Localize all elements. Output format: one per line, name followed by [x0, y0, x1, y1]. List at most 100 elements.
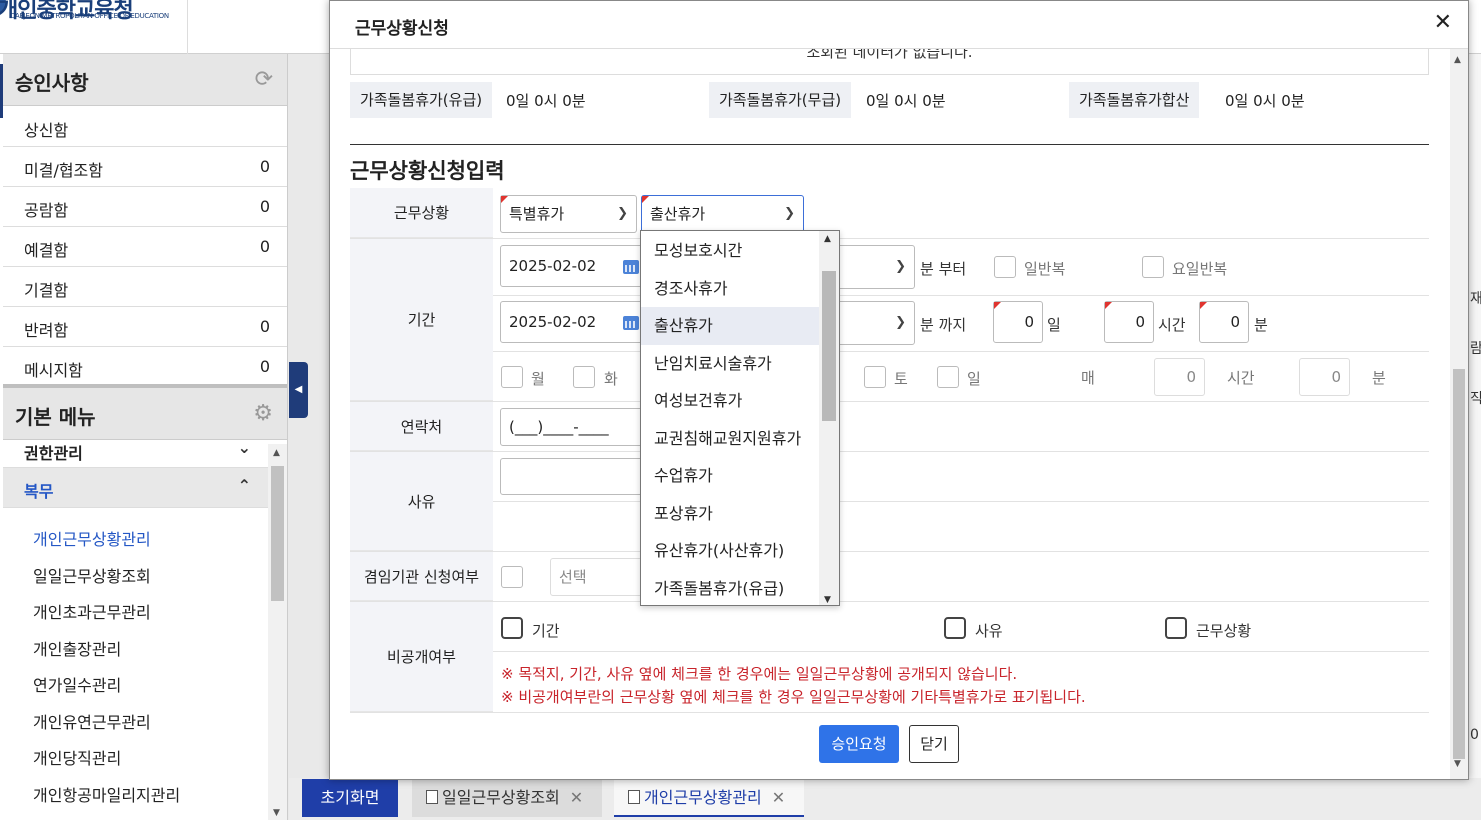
- background-text: 0: [1470, 727, 1479, 743]
- start-date-input[interactable]: 2025-02-02: [500, 245, 645, 287]
- scrollbar-thumb[interactable]: [822, 271, 836, 421]
- concurrent-checkbox[interactable]: [501, 566, 523, 588]
- private-reason-checkbox[interactable]: [944, 617, 966, 639]
- request-approval-button[interactable]: 승인요청: [819, 725, 899, 763]
- modal-scrollbar[interactable]: ▲ ▼: [1450, 49, 1468, 779]
- sidebar-item-completed[interactable]: 기결함: [3, 267, 287, 307]
- close-icon[interactable]: ✕: [772, 788, 785, 807]
- close-icon[interactable]: ✕: [570, 788, 583, 807]
- minutes-input[interactable]: 0: [1199, 301, 1249, 343]
- weekday-tue-label: 화: [604, 370, 618, 388]
- dropdown-option[interactable]: 여성보건휴가: [641, 382, 819, 420]
- end-date-input[interactable]: 2025-02-02: [500, 301, 645, 343]
- reason-row: 사유: [350, 452, 1429, 552]
- private-status-checkbox[interactable]: [1165, 617, 1187, 639]
- calendar-icon[interactable]: [623, 316, 639, 330]
- dropdown-option[interactable]: 가족돌봄휴가(유급): [641, 570, 819, 606]
- contact-label: 연락처: [350, 402, 493, 451]
- sidebar-item-circulation[interactable]: 공람함 0: [3, 187, 287, 227]
- menu-item-overtime[interactable]: 개인초과근무관리: [3, 591, 269, 628]
- every-minutes-value: 0: [1331, 368, 1341, 386]
- sidebar-item-pending[interactable]: 미결/협조함 0: [3, 147, 287, 187]
- tab-daily-status[interactable]: 일일근무상황조회 ✕: [412, 779, 602, 817]
- hours-input[interactable]: 0: [1104, 301, 1154, 343]
- menu-item-label: 연가일수관리: [33, 676, 122, 695]
- weekday-sun-label: 일: [967, 370, 981, 388]
- scroll-down-icon[interactable]: ▼: [824, 595, 831, 605]
- weekday-mon-checkbox[interactable]: [501, 366, 523, 388]
- chevron-down-icon: ❯: [784, 206, 795, 221]
- menu-item-label: 개인근무상황관리: [33, 530, 151, 549]
- private-status-label: 근무상황: [1196, 622, 1252, 640]
- menu-item-mileage[interactable]: 개인항공마일리지관리: [3, 774, 269, 811]
- menu-item-business-trip[interactable]: 개인출장관리: [3, 628, 269, 665]
- from-label: 분 부터: [920, 260, 967, 278]
- refresh-icon[interactable]: ⟳: [255, 67, 273, 92]
- home-tab[interactable]: 초기화면: [302, 779, 398, 817]
- scroll-up-icon[interactable]: ▲: [1454, 55, 1461, 65]
- dropdown-option[interactable]: 교권침해교원지원휴가: [641, 420, 819, 458]
- days-input[interactable]: 0: [993, 301, 1043, 343]
- status-row: 근무상황 특별휴가 ❯ 출산휴가 ❯: [350, 188, 1429, 239]
- scrollbar-thumb[interactable]: [271, 466, 284, 601]
- menu-item-personal-status[interactable]: 개인근무상황관리: [3, 518, 269, 555]
- calendar-icon[interactable]: [623, 260, 639, 274]
- sidebar-item-label: 반려함: [24, 321, 69, 340]
- dropdown-option[interactable]: 포상휴가: [641, 495, 819, 533]
- weekday-tue-checkbox[interactable]: [573, 366, 595, 388]
- modal-body: 조회된 데이터가 없습니다. 가족돌봄휴가(유급) 0일 0시 0분 가족돌봄휴…: [330, 49, 1450, 779]
- close-icon[interactable]: ✕: [1434, 10, 1452, 35]
- dropdown-option[interactable]: 모성보호시간: [641, 232, 819, 270]
- status-category-select[interactable]: 특별휴가 ❯: [500, 195, 637, 233]
- status-type-select[interactable]: 출산휴가 ❯: [641, 195, 804, 233]
- private-period-label: 기간: [532, 622, 560, 640]
- close-button[interactable]: 닫기: [909, 725, 959, 763]
- scroll-down-icon[interactable]: ▼: [273, 808, 280, 818]
- dropdown-option[interactable]: 경조사휴가: [641, 270, 819, 308]
- weekday-sun-checkbox[interactable]: [937, 366, 959, 388]
- dropdown-option[interactable]: 유산휴가(사산휴가): [641, 532, 819, 570]
- every-hours-input[interactable]: 0: [1154, 358, 1205, 396]
- required-marker: [994, 302, 1001, 309]
- dropdown-option[interactable]: 난임치료시술휴가: [641, 345, 819, 383]
- every-minutes-input[interactable]: 0: [1299, 358, 1350, 396]
- daily-repeat-checkbox[interactable]: [994, 256, 1016, 278]
- weekday-sat-checkbox[interactable]: [864, 366, 886, 388]
- sidebar-item-count: 0: [259, 157, 270, 176]
- menu-item-leave-days[interactable]: 연가일수관리: [3, 664, 269, 701]
- dropdown-scrollbar[interactable]: ▲ ▼: [819, 231, 839, 605]
- reason-input[interactable]: [500, 458, 645, 495]
- sidebar-item-messages[interactable]: 메시지함 0: [3, 347, 287, 387]
- menu-item-flexible[interactable]: 개인유연근무관리: [3, 701, 269, 738]
- menu-category-service[interactable]: 복무 ⌃: [3, 468, 269, 508]
- dropdown-option[interactable]: 수업휴가: [641, 457, 819, 495]
- contact-input[interactable]: (___)____-____: [500, 408, 645, 446]
- warning-note: ※ 목적지, 기간, 사유 옆에 체크를 한 경우에는 일일근무상황에 공개되지…: [501, 665, 1018, 683]
- scroll-down-icon[interactable]: ▼: [1454, 759, 1461, 769]
- menu-item-label: 개인항공마일리지관리: [33, 785, 181, 805]
- required-marker: [501, 196, 508, 203]
- chevron-up-icon: ⌃: [237, 476, 251, 495]
- dropdown-option-selected[interactable]: 출산휴가: [641, 307, 819, 345]
- scrollbar-thumb[interactable]: [1453, 369, 1465, 759]
- private-period-checkbox[interactable]: [501, 617, 523, 639]
- menu-category-permissions[interactable]: 권한관리 ⌄: [3, 438, 269, 468]
- concurrent-select[interactable]: 선택: [550, 558, 650, 596]
- scroll-up-icon[interactable]: ▲: [273, 448, 280, 458]
- menu-item-label: 개인유연근무관리: [33, 712, 151, 732]
- menu-item-daily-status[interactable]: 일일근무상황조회: [3, 555, 269, 592]
- gear-icon[interactable]: ⚙: [253, 401, 273, 426]
- sidebar-item-sent[interactable]: 상신함: [3, 107, 287, 147]
- sidebar-scrollbar[interactable]: ▲ ▼: [268, 444, 287, 820]
- menu-item-duty[interactable]: 개인당직관리: [3, 737, 269, 774]
- sidebar-item-scheduled[interactable]: 예결함 0: [3, 227, 287, 267]
- logo[interactable]: 개인중학교육청 DAEJEON METROPOLITAN OFFICE OF E…: [0, 0, 188, 54]
- tab-personal-status[interactable]: 개인근무상황관리 ✕: [614, 779, 804, 817]
- sidebar-collapse-button[interactable]: ◀: [289, 362, 308, 418]
- scroll-up-icon[interactable]: ▲: [824, 234, 831, 244]
- family-care-unpaid-label: 가족돌봄휴가(무급): [709, 82, 852, 118]
- no-data-message: 조회된 데이터가 없습니다.: [350, 49, 1429, 75]
- sidebar-item-count: 0: [259, 317, 270, 336]
- sidebar-item-rejected[interactable]: 반려함 0: [3, 307, 287, 347]
- weekday-repeat-checkbox[interactable]: [1142, 256, 1164, 278]
